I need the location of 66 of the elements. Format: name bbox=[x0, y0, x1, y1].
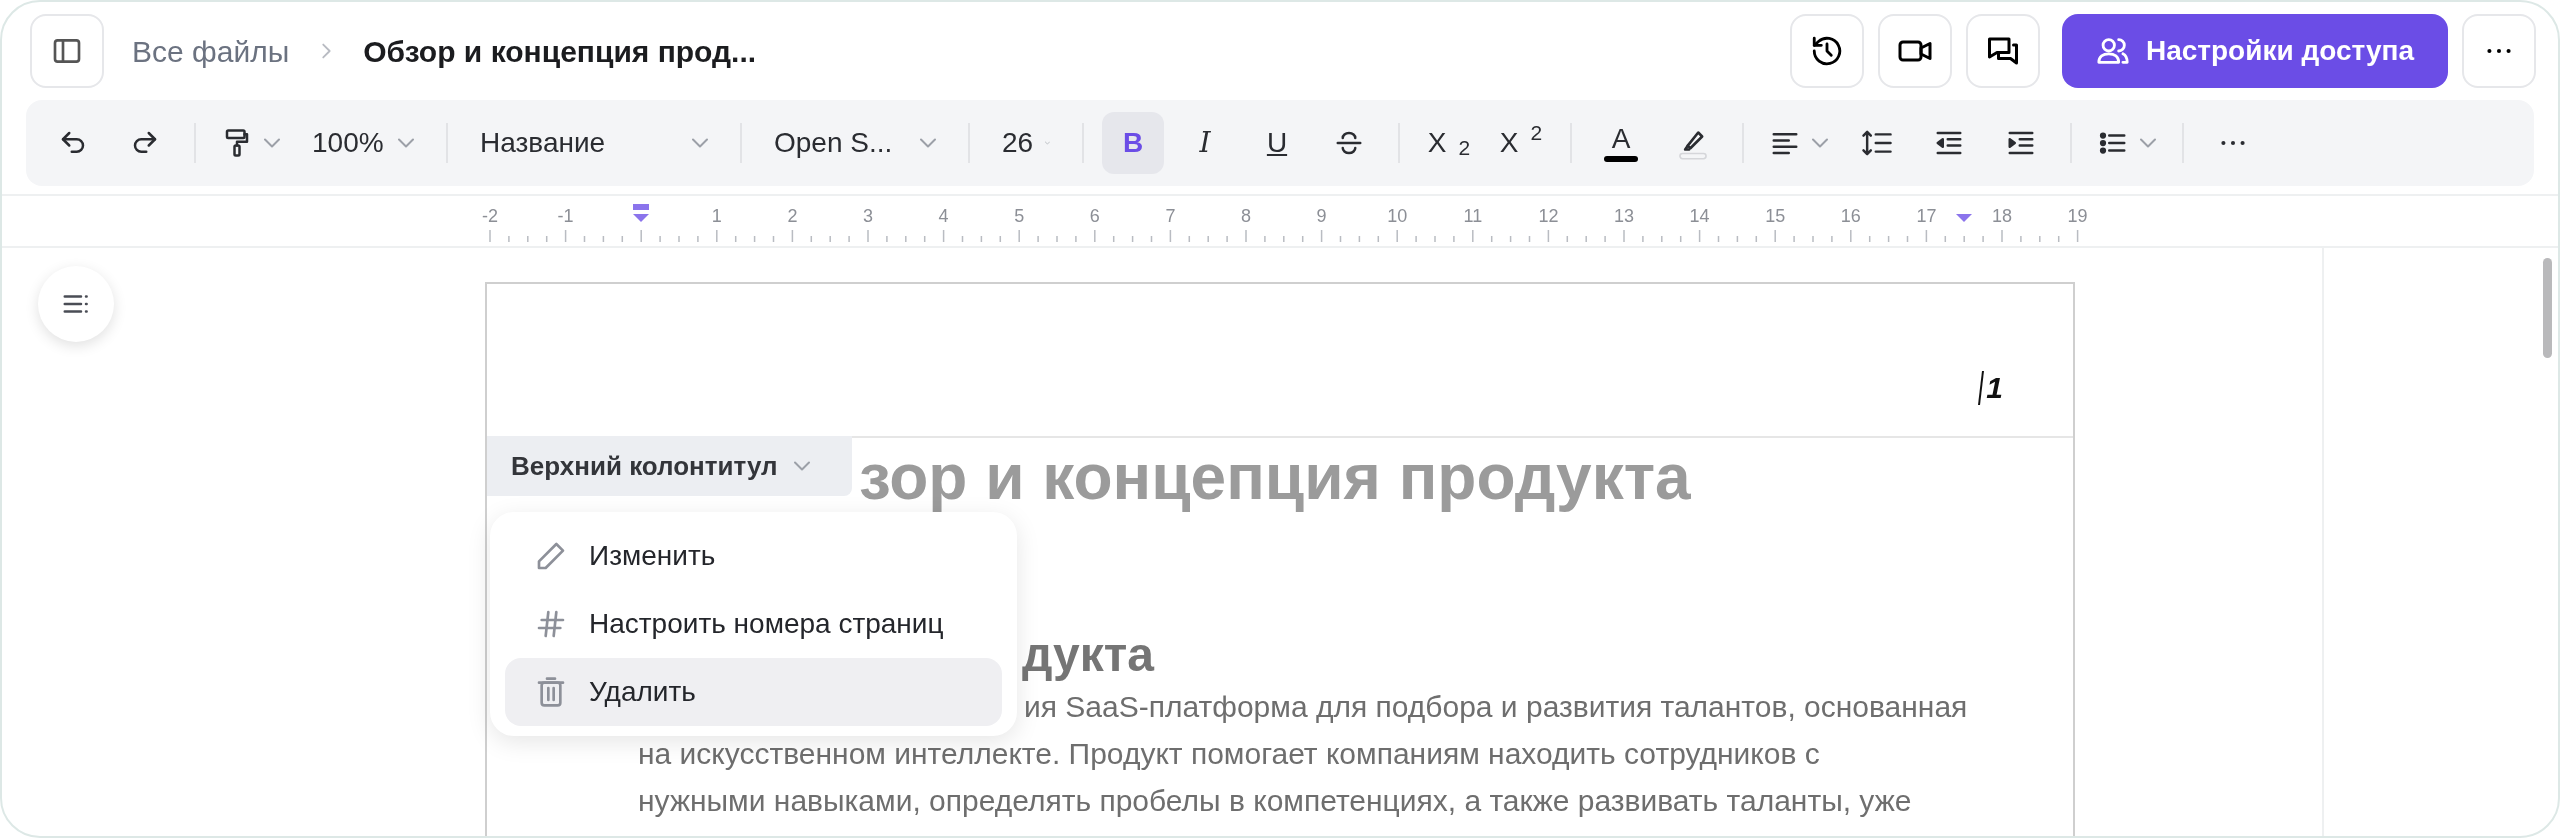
text-color-button[interactable]: A bbox=[1590, 112, 1652, 174]
ruler-label: 5 bbox=[1014, 206, 1025, 226]
menu-item[interactable]: Настроить номера страниц bbox=[505, 590, 1002, 658]
trash-icon bbox=[535, 676, 567, 708]
comments-button[interactable] bbox=[1965, 14, 2040, 88]
format-toggle[interactable]: U bbox=[1246, 112, 1308, 174]
page-number: 1 bbox=[1986, 370, 2003, 406]
ruler-label: 11 bbox=[1463, 206, 1483, 226]
ruler-label: -2 bbox=[482, 206, 498, 226]
heading-text: дукта bbox=[1022, 627, 1156, 683]
ruler-label: 17 bbox=[1916, 206, 1937, 226]
ruler-label: 1 bbox=[711, 206, 722, 226]
chevron-down-icon bbox=[793, 461, 810, 471]
chevron-down-icon bbox=[264, 138, 280, 148]
chevron-down-icon bbox=[1812, 138, 1828, 148]
pencil-icon bbox=[535, 540, 567, 572]
more-icon bbox=[2486, 48, 2512, 54]
menu-item[interactable]: Изменить bbox=[505, 522, 1002, 590]
paragraph-line: ия SaaS-платформа для подбора и развития талантов, основанная bbox=[1024, 689, 1969, 725]
dropdown[interactable]: Название bbox=[466, 112, 722, 174]
paragraph-line: на искусственном интеллекте. Продукт помогает компаниям находить сотрудников с bbox=[638, 736, 1821, 772]
chevron-down-icon bbox=[2140, 138, 2156, 148]
dropdown[interactable]: Open S... bbox=[760, 112, 950, 174]
text-cursor bbox=[1978, 369, 1985, 406]
ruler-label: 3 bbox=[863, 206, 873, 226]
hash-icon bbox=[535, 608, 567, 640]
script-button[interactable]: X$_{2}$ bbox=[1418, 112, 1480, 174]
history-button[interactable] bbox=[1789, 14, 1864, 88]
ruler-label: 12 bbox=[1538, 206, 1559, 226]
scrollbar-thumb[interactable] bbox=[2543, 258, 2552, 358]
dropdown[interactable]: 26 bbox=[988, 112, 1064, 174]
share-button[interactable]: Настройки доступа bbox=[2061, 14, 2448, 88]
heading-text: зор и концепция продукта bbox=[859, 442, 1692, 512]
script-button[interactable]: X$^{2}$ bbox=[1490, 112, 1552, 174]
chevron-down-icon bbox=[920, 138, 936, 148]
chevron-down-icon bbox=[1045, 138, 1050, 148]
chevron-down-icon bbox=[398, 138, 414, 148]
chevron-down-icon bbox=[692, 138, 708, 148]
ruler-label: 9 bbox=[1316, 206, 1327, 226]
indent-marker[interactable] bbox=[633, 204, 649, 222]
ruler-label: 19 bbox=[2067, 206, 2088, 226]
ruler-label: 15 bbox=[1765, 206, 1786, 226]
indent-marker[interactable] bbox=[1956, 214, 1972, 222]
ruler-label: 10 bbox=[1387, 206, 1408, 226]
format-toggle[interactable]: B bbox=[1102, 112, 1164, 174]
header-label-button[interactable]: Верхний колонтитул bbox=[487, 436, 852, 496]
ruler-label: 14 bbox=[1689, 206, 1710, 226]
ruler-label: 2 bbox=[787, 206, 798, 226]
sidebar-toggle-button[interactable] bbox=[30, 14, 104, 88]
line-spacing-icon bbox=[1861, 128, 1893, 158]
ruler-label: 16 bbox=[1840, 206, 1861, 226]
document-title: Обзор и концепция прод... bbox=[363, 33, 757, 70]
paragraph-line: нужными навыками, определять пробелы в компетенциях, а также развивать таланты, уже bbox=[638, 783, 1913, 819]
ruler-label: 4 bbox=[938, 206, 949, 226]
ruler-label: 18 bbox=[1992, 206, 2012, 226]
ruler-label: 8 bbox=[1241, 206, 1251, 226]
ruler-label: 6 bbox=[1089, 206, 1100, 226]
breadcrumb-link[interactable]: Все файлы bbox=[132, 28, 290, 74]
format-toggle[interactable]: I bbox=[1174, 112, 1236, 174]
more-icon bbox=[2220, 140, 2246, 146]
dropdown[interactable]: 100% bbox=[298, 112, 428, 174]
ruler-label: -1 bbox=[557, 206, 574, 226]
ruler-label: 13 bbox=[1614, 206, 1634, 226]
menu-item[interactable]: Удалить bbox=[505, 658, 1002, 726]
video-call-button[interactable] bbox=[1877, 14, 1952, 88]
ruler-label: 7 bbox=[1165, 206, 1176, 226]
